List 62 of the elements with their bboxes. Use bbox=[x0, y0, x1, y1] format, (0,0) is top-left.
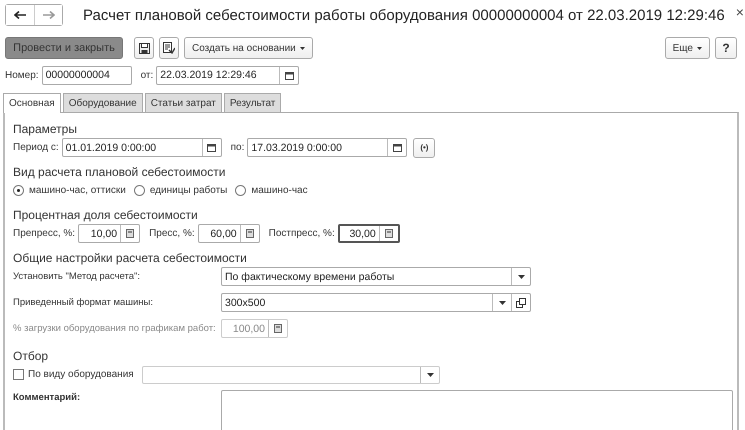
create-based-on-button[interactable]: Создать на основании bbox=[184, 37, 313, 59]
date-field[interactable]: 22.03.2019 12:29:46 bbox=[156, 66, 300, 84]
field-label: Пресс, %: bbox=[149, 228, 195, 239]
tab[interactable]: Статьи затрат bbox=[144, 93, 222, 112]
calendar-icon[interactable] bbox=[284, 70, 294, 80]
radio-label[interactable]: машино-час, оттиски bbox=[29, 185, 126, 196]
radio-button[interactable] bbox=[235, 185, 246, 196]
field-label: Период с: bbox=[13, 142, 59, 153]
field-label: % загрузки оборудования по графикам работ: bbox=[13, 323, 217, 334]
calendar-icon[interactable] bbox=[207, 143, 216, 152]
section-heading: Отбор bbox=[13, 349, 50, 363]
post-and-close-button[interactable]: Провести и закрыть bbox=[5, 37, 123, 59]
field-label: Постпресс, %: bbox=[268, 228, 335, 239]
comment-field[interactable] bbox=[221, 390, 733, 430]
number-field[interactable]: 30,00 bbox=[338, 224, 400, 243]
field-label: Установить "Метод расчета": bbox=[13, 271, 142, 282]
window-title: Расчет плановой себестоимости работы оборудования 00000000004 от 22.03.2019 12:29:46 bbox=[83, 6, 725, 24]
radio-button[interactable] bbox=[13, 185, 24, 196]
arrow-right-icon bbox=[42, 11, 54, 19]
field-label: от: bbox=[140, 70, 154, 80]
date-field[interactable]: 01.01.2019 0:00:00 bbox=[62, 138, 222, 157]
tab[interactable]: Основная bbox=[3, 93, 61, 113]
field-label: Препресс, %: bbox=[13, 228, 76, 239]
number-field[interactable]: 10,00 bbox=[78, 224, 140, 243]
calculator-icon[interactable] bbox=[246, 229, 254, 238]
number-field[interactable]: 00000000004 bbox=[42, 66, 132, 84]
number-field[interactable]: 60,00 bbox=[198, 224, 260, 243]
section-heading: Вид расчета плановой себестоимости bbox=[13, 165, 226, 179]
open-icon[interactable] bbox=[516, 298, 526, 308]
tab[interactable]: Оборудование bbox=[62, 93, 143, 112]
calculator-icon[interactable] bbox=[126, 229, 134, 238]
checkbox[interactable] bbox=[13, 369, 24, 380]
radio-button[interactable] bbox=[134, 185, 145, 196]
field-label: Комментарий: bbox=[13, 392, 82, 403]
help-button[interactable]: ? bbox=[715, 37, 737, 59]
calculator-icon[interactable] bbox=[384, 229, 393, 238]
post-button[interactable] bbox=[159, 37, 179, 59]
arrow-left-icon bbox=[14, 11, 26, 19]
document-icon bbox=[163, 42, 175, 54]
section-heading: Общие настройки расчета себестоимости bbox=[13, 251, 248, 265]
calendar-icon[interactable] bbox=[392, 143, 402, 152]
period-button[interactable]: (•) bbox=[413, 138, 436, 158]
section-heading: Процентная доля себестоимости bbox=[13, 208, 199, 222]
tab[interactable]: Результат bbox=[224, 93, 282, 112]
close-button[interactable]: × bbox=[732, 4, 745, 20]
dropdown-icon[interactable] bbox=[498, 300, 506, 304]
field-label: Приведенный формат машины: bbox=[13, 297, 154, 308]
field-label: по: bbox=[230, 142, 244, 153]
checkbox-label[interactable]: По виду оборудования bbox=[28, 369, 134, 380]
dropdown-field[interactable]: 300x500 bbox=[221, 293, 531, 312]
dropdown-field[interactable]: По фактическому времени работы bbox=[221, 267, 531, 286]
caret-icon bbox=[300, 46, 305, 50]
dropdown-icon[interactable] bbox=[518, 274, 524, 278]
number-field: 100,00 bbox=[221, 319, 288, 338]
save-button[interactable] bbox=[134, 37, 154, 59]
section-heading: Параметры bbox=[13, 122, 78, 136]
date-field[interactable]: 17.03.2019 0:00:00 bbox=[247, 138, 408, 157]
radio-label[interactable]: машино-час bbox=[251, 185, 308, 196]
caret-icon bbox=[697, 46, 702, 50]
more-button[interactable]: Еще bbox=[664, 37, 710, 59]
radio-label[interactable]: единицы работы bbox=[150, 185, 228, 196]
field-label: Номер: bbox=[5, 70, 39, 80]
